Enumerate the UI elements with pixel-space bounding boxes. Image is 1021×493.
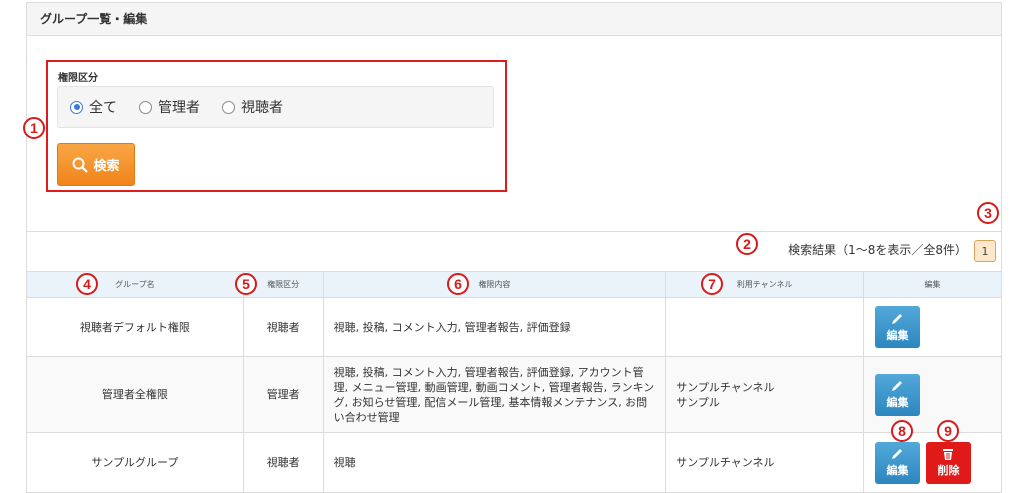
group-name-cell: サンプルグループ	[26, 432, 244, 493]
table-header-row: グループ名 権限区分 権限内容 利用チャンネル 編集	[26, 271, 1003, 298]
edit-button-label: 編集	[886, 396, 909, 409]
search-form: 権限区分 全て 管理者 視聴者 検索	[46, 60, 507, 192]
panel-title: グループ一覧・編集	[27, 3, 1001, 36]
results-divider	[26, 231, 1002, 232]
radio-viewer[interactable]: 視聴者	[222, 97, 283, 117]
edit-cell: 編集 削除	[862, 432, 1003, 493]
group-name-cell: 管理者全権限	[26, 356, 244, 433]
channels-cell: サンプルチャンネル サンプル	[665, 356, 864, 433]
group-name-cell: 視聴者デフォルト権限	[26, 297, 244, 357]
table-row: 管理者全権限 管理者 視聴, 投稿, コメント入力, 管理者報告, 評価登録, …	[26, 356, 1003, 433]
annotation-marker-3: 3	[977, 202, 999, 224]
annotation-marker-7: 7	[701, 273, 723, 295]
radio-unchecked-icon[interactable]	[222, 100, 235, 114]
radio-admin-label: 管理者	[158, 100, 200, 116]
edit-button[interactable]: 編集	[874, 441, 920, 484]
delete-button[interactable]: 削除	[925, 441, 971, 484]
permission-filter-label: 権限区分	[58, 73, 98, 84]
search-button[interactable]: 検索	[57, 143, 135, 186]
radio-all-label: 全て	[89, 100, 117, 116]
edit-button-label: 編集	[886, 464, 909, 477]
header-edit: 編集	[862, 271, 1003, 298]
edit-button[interactable]: 編集	[874, 306, 920, 348]
edit-button[interactable]: 編集	[874, 373, 920, 416]
channels-cell	[665, 297, 864, 357]
annotation-marker-5: 5	[235, 273, 257, 295]
radio-admin[interactable]: 管理者	[139, 97, 200, 117]
channels-cell: サンプルチャンネル	[665, 432, 864, 493]
annotation-marker-6: 6	[447, 273, 469, 295]
delete-button-label: 削除	[937, 463, 960, 477]
edit-button-label: 編集	[886, 328, 909, 342]
search-icon	[72, 157, 89, 173]
annotation-marker-8: 8	[891, 420, 913, 442]
annotation-marker-2: 2	[736, 233, 758, 255]
pencil-icon	[892, 313, 903, 324]
annotation-marker-9: 9	[937, 420, 959, 442]
group-table: グループ名 権限区分 権限内容 利用チャンネル 編集 視聴者デフォルト権限 視聴…	[26, 271, 1003, 493]
table-row: 視聴者デフォルト権限 視聴者 視聴, 投稿, コメント入力, 管理者報告, 評価…	[26, 297, 1003, 357]
permission-kind-cell: 管理者	[242, 356, 324, 433]
pencil-icon	[892, 381, 903, 391]
permission-kind-cell: 視聴者	[242, 432, 324, 493]
permission-content-cell: 視聴	[322, 432, 667, 493]
radio-checked-icon[interactable]	[70, 100, 83, 114]
permission-content-cell: 視聴, 投稿, コメント入力, 管理者報告, 評価登録	[322, 297, 667, 357]
annotation-marker-4: 4	[76, 273, 98, 295]
results-summary: 検索結果（1〜8を表示／全8件）	[788, 243, 967, 257]
radio-unchecked-icon[interactable]	[139, 100, 152, 114]
pagination-page-1[interactable]: 1	[974, 240, 996, 262]
pencil-icon	[892, 449, 903, 459]
radio-all[interactable]: 全て	[70, 97, 117, 117]
table-row: サンプルグループ 視聴者 視聴 サンプルチャンネル 編集 削除	[26, 432, 1003, 493]
edit-cell: 編集	[862, 297, 1003, 357]
permission-radio-group: 全て 管理者 視聴者	[57, 86, 494, 128]
trash-icon	[943, 448, 954, 460]
header-permission-content: 権限内容	[322, 271, 667, 298]
search-button-label: 検索	[93, 159, 120, 174]
radio-viewer-label: 視聴者	[241, 100, 283, 116]
edit-cell: 編集	[862, 356, 1003, 433]
annotation-marker-1: 1	[23, 117, 45, 139]
header-channels: 利用チャンネル	[665, 271, 864, 298]
header-group-name: グループ名	[26, 271, 244, 298]
permission-kind-cell: 視聴者	[242, 297, 324, 357]
permission-content-cell: 視聴, 投稿, コメント入力, 管理者報告, 評価登録, アカウント管理, メニ…	[322, 356, 667, 433]
